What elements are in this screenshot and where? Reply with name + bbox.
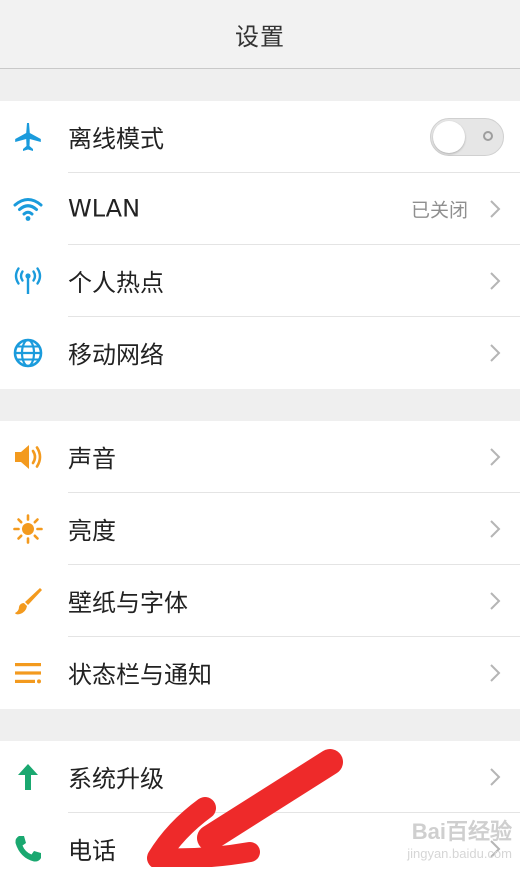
sun-icon	[12, 513, 44, 545]
settings-item-status-bar-notifications[interactable]: 状态栏与通知	[0, 637, 520, 709]
brightness-label: 亮度	[68, 516, 116, 545]
airplane-mode-label: 离线模式	[68, 124, 164, 153]
system-update-label: 系统升级	[68, 764, 164, 793]
phone-label: 电话	[68, 836, 116, 865]
settings-group-network: 离线模式 WLAN 已关闭 个人热点 移动网络	[0, 101, 520, 389]
mobile-network-label: 移动网络	[68, 340, 164, 369]
watermark: Bai百经验 jingyan.baidu.com	[407, 814, 512, 861]
watermark-url: jingyan.baidu.com	[407, 846, 512, 861]
settings-item-wallpaper-font[interactable]: 壁纸与字体	[0, 565, 520, 637]
airplane-icon	[12, 121, 44, 153]
settings-item-sound[interactable]: 声音	[0, 421, 520, 493]
globe-icon	[12, 337, 44, 369]
settings-item-hotspot[interactable]: 个人热点	[0, 245, 520, 317]
brush-icon	[12, 585, 44, 617]
speaker-icon	[12, 441, 44, 473]
watermark-logo: Bai百经验	[411, 819, 512, 844]
chevron-right-icon	[490, 592, 501, 610]
settings-group-display: 声音 亮度 壁纸与字体 状态栏与通知	[0, 421, 520, 709]
wifi-icon	[12, 193, 44, 225]
settings-item-wlan[interactable]: WLAN 已关闭	[0, 173, 520, 245]
settings-group-system: 系统升级 电话	[0, 741, 520, 885]
status-bar-notifications-label: 状态栏与通知	[68, 660, 212, 689]
settings-item-mobile-network[interactable]: 移动网络	[0, 317, 520, 389]
chevron-right-icon	[490, 520, 501, 538]
chevron-right-icon	[490, 664, 501, 682]
chevron-right-icon	[490, 200, 501, 218]
airplane-mode-toggle[interactable]	[430, 118, 504, 156]
sound-label: 声音	[68, 444, 116, 473]
title-bar: 设置	[0, 0, 520, 69]
wallpaper-font-label: 壁纸与字体	[68, 588, 188, 617]
settings-item-brightness[interactable]: 亮度	[0, 493, 520, 565]
chevron-right-icon	[490, 768, 501, 786]
hotspot-label: 个人热点	[68, 268, 164, 297]
list-icon	[12, 657, 44, 689]
settings-item-airplane-mode[interactable]: 离线模式	[0, 101, 520, 173]
wlan-label: WLAN	[68, 194, 141, 223]
wlan-status: 已关闭	[410, 199, 468, 222]
chevron-right-icon	[490, 344, 501, 362]
toggle-knob	[433, 121, 465, 153]
settings-item-system-update[interactable]: 系统升级	[0, 741, 520, 813]
toggle-off-indicator	[483, 131, 493, 141]
chevron-right-icon	[490, 272, 501, 290]
phone-icon	[12, 833, 44, 865]
page-title: 设置	[235, 22, 285, 51]
arrow-up-icon	[12, 761, 44, 793]
chevron-right-icon	[490, 448, 501, 466]
hotspot-icon	[12, 265, 44, 297]
